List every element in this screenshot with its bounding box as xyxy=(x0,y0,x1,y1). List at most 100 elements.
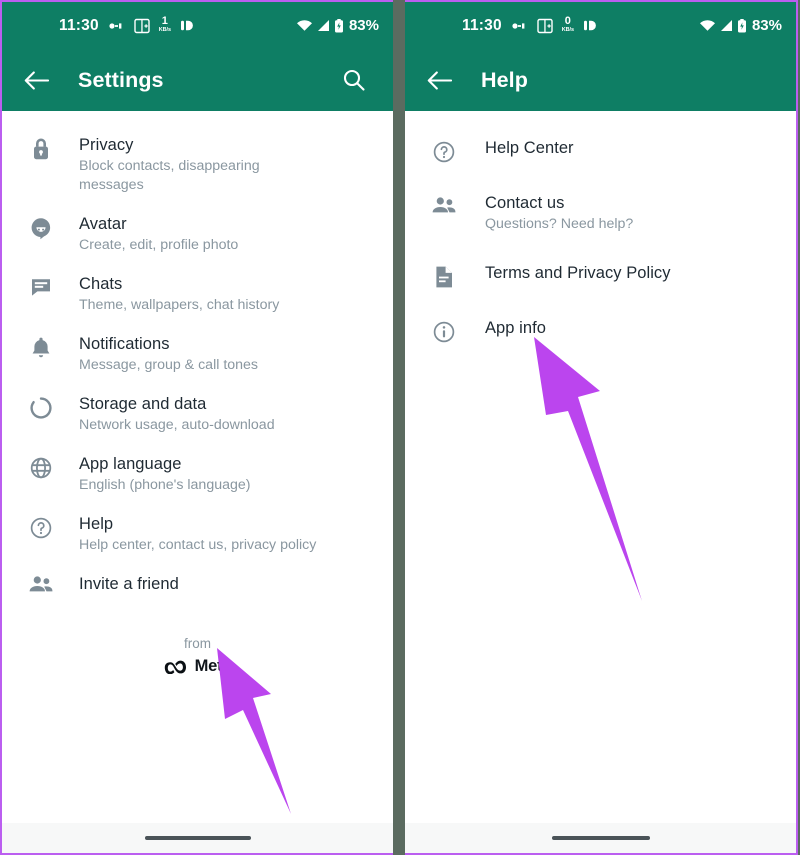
meta-branding-footer: from Meta xyxy=(2,635,393,676)
info-icon xyxy=(425,317,463,344)
status-bar: 11:30 0 KB/s 83% xyxy=(405,2,796,49)
status-clock: 11:30 xyxy=(462,16,502,34)
list-item-help-center[interactable]: Help Center xyxy=(405,123,796,178)
search-icon[interactable] xyxy=(337,63,371,97)
bell-icon xyxy=(22,333,60,360)
cellular-signal-icon xyxy=(720,20,732,31)
list-item-contact-us[interactable]: Contact us Questions? Need help? xyxy=(405,178,796,248)
list-item-text: Help Center xyxy=(485,137,574,159)
back-arrow-icon[interactable] xyxy=(16,60,56,100)
wifi-icon xyxy=(699,20,715,31)
gesture-nav-bar xyxy=(405,823,796,853)
do-not-disturb-icon xyxy=(180,20,193,31)
list-item-avatar[interactable]: Avatar Create, edit, profile photo xyxy=(2,204,393,264)
vpn-key-icon xyxy=(512,22,525,29)
battery-icon xyxy=(737,18,746,32)
globe-icon xyxy=(22,453,60,480)
settings-list: Privacy Block contacts, disappearing mes… xyxy=(2,111,393,823)
list-item-title: App info xyxy=(485,319,546,337)
page-title: Settings xyxy=(78,67,164,92)
list-item-subtitle: Theme, wallpapers, chat history xyxy=(79,297,280,313)
list-item-title: Help xyxy=(79,515,114,533)
avatar-icon xyxy=(22,213,60,240)
list-item-app-info[interactable]: App info xyxy=(405,303,796,358)
list-item-chats[interactable]: Chats Theme, wallpapers, chat history xyxy=(2,264,393,324)
page-title: Help xyxy=(481,67,528,92)
list-item-title: Contact us xyxy=(485,194,565,212)
status-clock: 11:30 xyxy=(59,16,99,34)
home-gesture-pill[interactable] xyxy=(144,836,251,840)
list-item-subtitle: Create, edit, profile photo xyxy=(79,237,239,253)
list-item-help[interactable]: Help Help center, contact us, privacy po… xyxy=(2,504,393,564)
status-bar-right-group: 83% xyxy=(296,18,379,33)
list-item-title: Notifications xyxy=(79,335,170,353)
help-list: Help Center Contact us Questions? Need h… xyxy=(405,111,796,823)
list-item-text: Privacy Block contacts, disappearing mes… xyxy=(79,134,325,195)
list-item-notifications[interactable]: Notifications Message, group & call tone… xyxy=(2,324,393,384)
list-item-text: Help Help center, contact us, privacy po… xyxy=(79,513,316,555)
list-item-app-language[interactable]: App language English (phone's language) xyxy=(2,444,393,504)
list-item-subtitle: English (phone's language) xyxy=(79,477,251,493)
list-item-title: Terms and Privacy Policy xyxy=(485,264,671,282)
list-item-title: Privacy xyxy=(79,136,134,154)
data-rate-unit: KB/s xyxy=(158,26,171,33)
dual-screenshot-stage: 11:30 1 KB/s 83% Settings Privacy Block … xyxy=(0,0,800,855)
list-item-subtitle: Message, group & call tones xyxy=(79,357,259,373)
app-bar: Help xyxy=(405,49,796,111)
list-item-text: App info xyxy=(485,317,546,339)
list-item-subtitle: Block contacts, disappearing messages xyxy=(79,158,260,193)
list-item-privacy[interactable]: Privacy Block contacts, disappearing mes… xyxy=(2,125,393,204)
storage-icon xyxy=(22,393,60,420)
people-icon xyxy=(22,573,60,596)
status-bar-left-group: 11:30 0 KB/s xyxy=(462,14,599,35)
list-item-title: Help Center xyxy=(485,139,574,157)
do-not-disturb-icon xyxy=(583,20,596,31)
help-icon xyxy=(425,137,463,164)
meta-brand-row: Meta xyxy=(2,657,393,676)
app-bar: Settings xyxy=(2,49,393,111)
data-rate-value: 0 xyxy=(564,14,571,27)
list-item-text: Contact us Questions? Need help? xyxy=(485,192,633,234)
data-rate-indicator: 1 KB/s xyxy=(158,15,171,34)
list-item-subtitle: Help center, contact us, privacy policy xyxy=(79,537,317,553)
list-item-title: Storage and data xyxy=(79,395,207,413)
battery-percent: 83% xyxy=(751,17,782,34)
list-item-title: App language xyxy=(79,455,182,473)
list-item-title: Avatar xyxy=(79,215,127,233)
document-icon xyxy=(425,262,463,289)
home-gesture-pill[interactable] xyxy=(551,836,650,840)
back-arrow-icon[interactable] xyxy=(419,60,459,100)
list-item-subtitle: Questions? Need help? xyxy=(485,216,634,232)
battery-icon xyxy=(334,18,343,32)
status-bar: 11:30 1 KB/s 83% xyxy=(2,2,393,49)
help-screen-panel: 11:30 0 KB/s 83% Help Help Center Contac… xyxy=(405,0,798,855)
screen-capture-icon xyxy=(537,18,553,33)
gesture-nav-bar xyxy=(2,823,393,853)
battery-percent: 83% xyxy=(348,17,379,34)
list-item-text: Storage and data Network usage, auto-dow… xyxy=(79,393,275,435)
meta-infinity-logo xyxy=(164,660,186,674)
list-item-terms-and-privacy-policy[interactable]: Terms and Privacy Policy xyxy=(405,248,796,303)
chat-icon xyxy=(22,273,60,298)
wifi-icon xyxy=(296,20,312,31)
list-item-invite-a-friend[interactable]: Invite a friend xyxy=(2,564,393,605)
list-item-text: Chats Theme, wallpapers, chat history xyxy=(79,273,279,315)
meta-brand-name: Meta xyxy=(194,657,232,675)
list-item-text: Avatar Create, edit, profile photo xyxy=(79,213,238,255)
arrow-pointing-to-app-info xyxy=(534,337,642,601)
people-icon xyxy=(425,192,463,217)
list-item-storage-and-data[interactable]: Storage and data Network usage, auto-dow… xyxy=(2,384,393,444)
list-item-text: App language English (phone's language) xyxy=(79,453,251,495)
list-item-text: Invite a friend xyxy=(79,573,179,595)
data-rate-indicator: 0 KB/s xyxy=(562,14,574,34)
meta-from-label: from xyxy=(184,636,211,651)
lock-icon xyxy=(22,134,60,161)
screen-capture-icon xyxy=(134,18,150,33)
help-icon xyxy=(22,513,60,540)
list-item-text: Notifications Message, group & call tone… xyxy=(79,333,258,375)
list-item-text: Terms and Privacy Policy xyxy=(485,262,671,284)
status-bar-right-group: 83% xyxy=(699,18,782,33)
list-item-title: Invite a friend xyxy=(79,575,179,593)
vpn-key-icon xyxy=(109,22,122,29)
settings-screen-panel: 11:30 1 KB/s 83% Settings Privacy Block … xyxy=(0,0,393,855)
